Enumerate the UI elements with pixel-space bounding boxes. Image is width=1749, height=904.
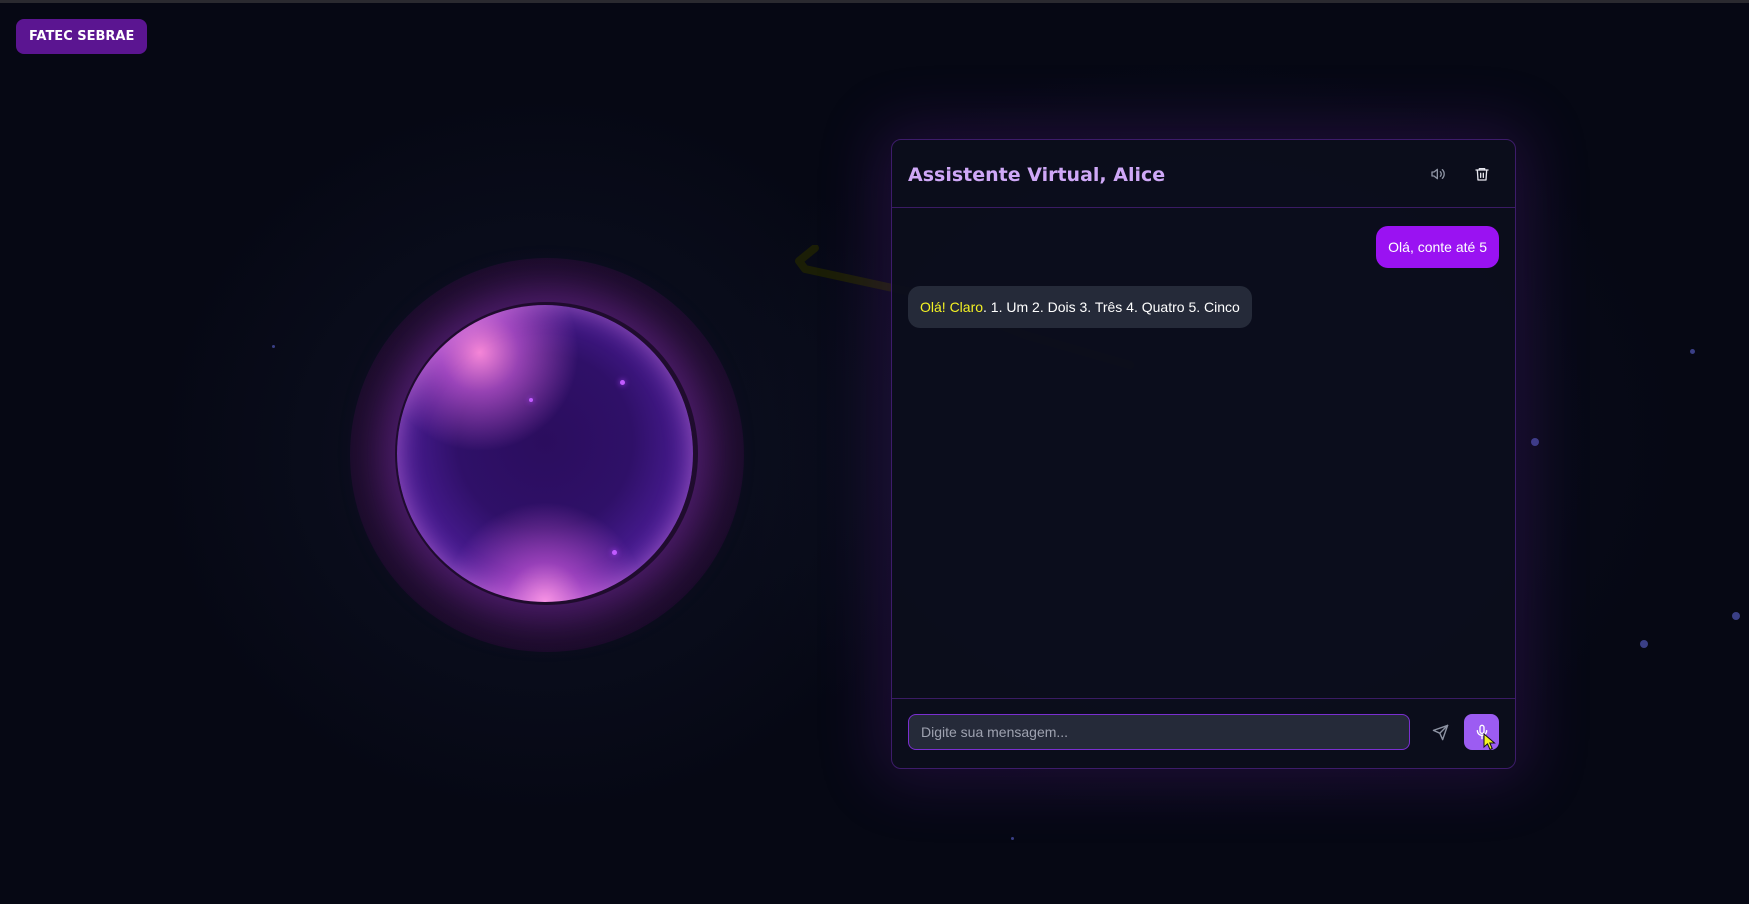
chat-header: Assistente Virtual, Alice: [892, 140, 1515, 208]
speaker-icon[interactable]: [1426, 162, 1450, 186]
orb-sparkle: [612, 550, 617, 555]
ambient-dot: [1690, 349, 1695, 354]
message-input[interactable]: [908, 714, 1410, 750]
assistant-message: Olá! Claro. 1. Um 2. Dois 3. Três 4. Qua…: [908, 286, 1252, 328]
ambient-dot: [1011, 837, 1014, 840]
mouse-cursor-icon: [1483, 733, 1496, 751]
user-message: Olá, conte até 5: [1376, 226, 1499, 268]
send-button[interactable]: [1425, 717, 1455, 747]
chat-title: Assistente Virtual, Alice: [908, 164, 1166, 186]
highlighted-text: Olá! Claro: [920, 299, 984, 315]
ambient-dot: [1732, 612, 1740, 620]
chat-panel: Assistente Virtual, Alice Olá, conte até…: [891, 139, 1516, 769]
voice-orb: [397, 305, 693, 602]
send-icon: [1432, 724, 1448, 740]
trash-icon[interactable]: [1470, 162, 1494, 186]
chat-footer: [892, 698, 1515, 768]
orb-sparkle: [620, 380, 625, 385]
ambient-dot: [1640, 640, 1648, 648]
ambient-dot: [272, 345, 275, 348]
message-list: Olá, conte até 5 Olá! Claro. 1. Um 2. Do…: [892, 208, 1515, 700]
orb-sparkle: [529, 398, 533, 402]
assistant-message-text: . 1. Um 2. Dois 3. Três 4. Quatro 5. Cin…: [983, 299, 1240, 315]
ambient-dot: [1531, 438, 1539, 446]
brand-badge[interactable]: FATEC SEBRAE: [16, 19, 148, 54]
